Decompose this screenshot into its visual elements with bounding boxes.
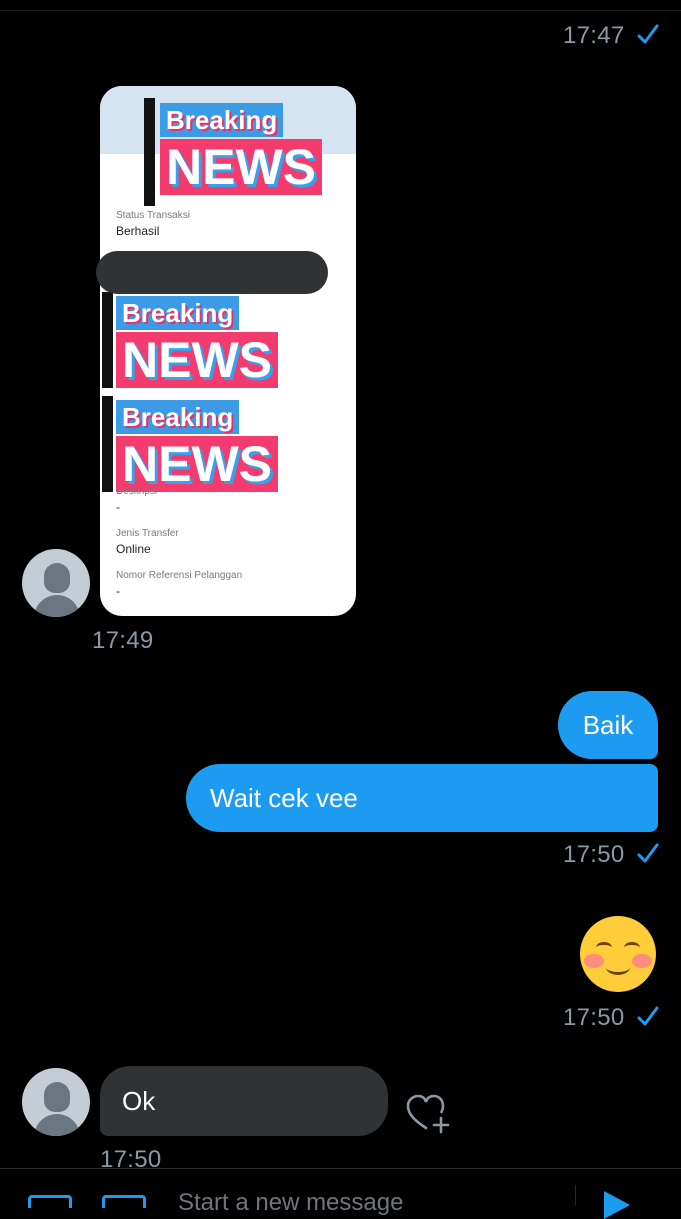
image-icon[interactable] [102,1195,146,1208]
status-value: Berhasil [116,224,160,238]
like-heart-plus-icon[interactable] [406,1094,452,1134]
reference-value: - [116,584,120,598]
message-composer: Start a new message [0,1168,681,1219]
smiling-blush-emoji-icon[interactable] [580,916,656,992]
redaction-bar [96,251,328,294]
message-bubble-incoming[interactable]: Ok [100,1066,388,1136]
sent-check-icon [637,1006,659,1026]
gif-icon[interactable] [28,1195,72,1208]
description-value: - [116,500,120,514]
shared-receipt-image[interactable]: Breaking NEWS Status Transaksi Berhasil … [100,86,356,616]
message-text: Ok [122,1085,156,1116]
reference-label: Nomor Referensi Pelanggan [116,570,243,581]
timestamp-sent-1: 17:47 [563,22,659,50]
composer-divider [575,1185,576,1205]
transfer-type-value: Online [116,542,151,556]
timestamp-sent-2: 17:50 [563,841,659,869]
default-avatar-icon[interactable] [22,549,90,617]
send-icon[interactable] [604,1191,630,1219]
timestamp-sent-3: 17:50 [563,1004,659,1032]
default-avatar-icon[interactable] [22,1068,90,1136]
sent-check-icon [637,843,659,863]
message-text: Wait cek vee [210,782,358,813]
message-bubble-outgoing[interactable]: Baik [558,691,658,759]
message-input[interactable]: Start a new message [178,1189,403,1217]
top-divider [0,10,681,11]
message-bubble-outgoing[interactable]: Wait cek vee [186,764,658,832]
status-label: Status Transaksi [116,210,190,221]
transfer-type-label: Jenis Transfer [116,528,179,539]
description-label: Deskripsi [116,486,158,497]
timestamp-received-1: 17:49 [92,627,154,654]
message-text: Baik [582,709,634,740]
sent-check-icon [637,24,659,44]
